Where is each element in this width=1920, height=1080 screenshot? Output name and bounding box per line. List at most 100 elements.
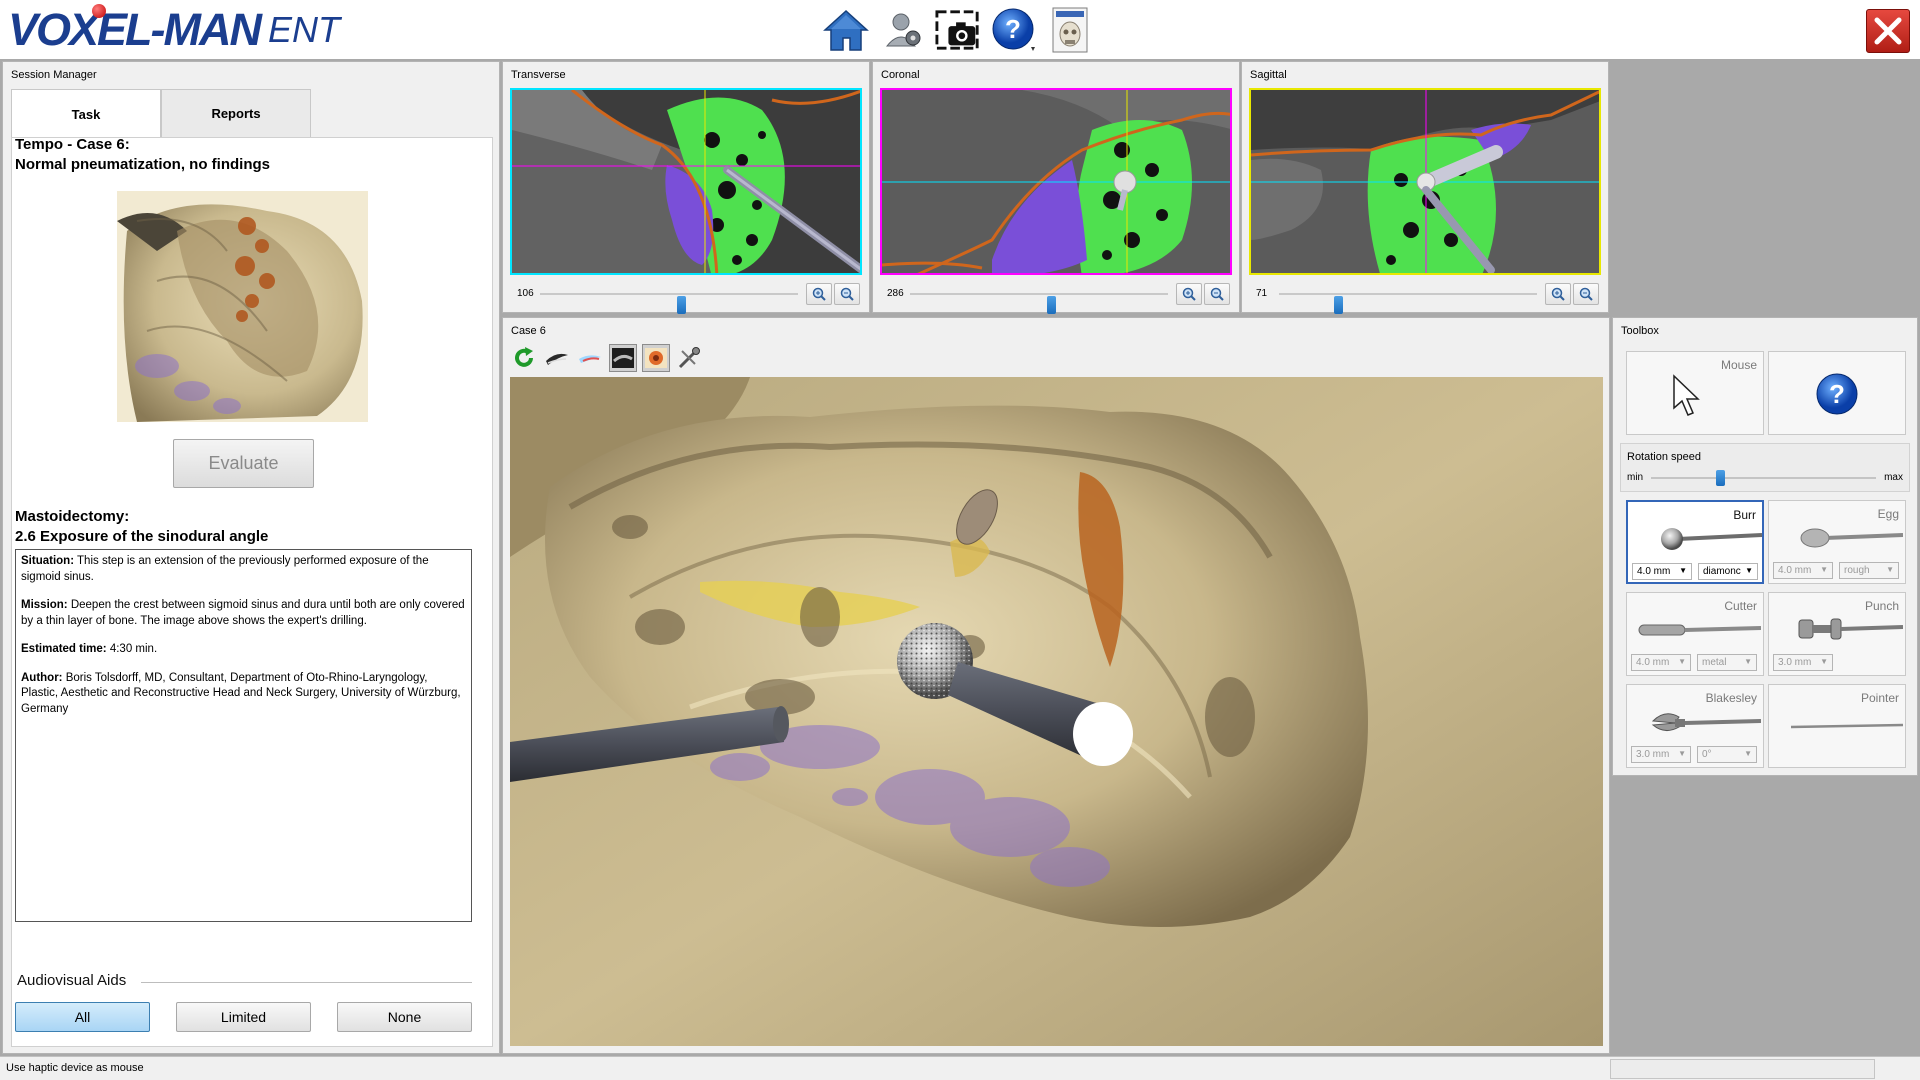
coronal-view-panel: Coronal 286 xyxy=(872,61,1240,314)
slice-number: 71 xyxy=(1256,288,1268,299)
step-title-line-2: 2.6 Exposure of the sinodural angle xyxy=(15,528,269,545)
egg-type-select[interactable]: rough ▼ xyxy=(1839,562,1899,579)
burr-tool[interactable]: Burr 4.0 mm ▼ diamonc ▼ xyxy=(1626,500,1764,584)
sagittal-slice-controls: 71 xyxy=(1249,282,1601,314)
blakesley-tool[interactable]: Blakesley 3.0 mm ▼ 0° ▼ xyxy=(1626,684,1764,768)
home-icon[interactable] xyxy=(823,7,869,53)
step-title: Mastoidectomy: 2.6 Exposure of the sinod… xyxy=(15,507,475,547)
bone-surface-icon[interactable] xyxy=(609,344,637,372)
slider-handle[interactable] xyxy=(1334,296,1343,314)
slice-slider[interactable] xyxy=(540,293,798,314)
tool-label: Pointer xyxy=(1860,691,1899,705)
select-value: 3.0 mm xyxy=(1778,657,1812,668)
time-paragraph: Estimated time: 4:30 min. xyxy=(21,642,466,658)
punch-tool[interactable]: Punch 3.0 mm ▼ xyxy=(1768,592,1906,676)
tool-help-button[interactable]: ? xyxy=(1768,351,1906,435)
sagittal-slice-image[interactable] xyxy=(1249,88,1601,275)
tool-trace-icon[interactable] xyxy=(576,344,604,372)
chevron-down-icon: ▼ xyxy=(1745,566,1753,575)
tab-task[interactable]: Task xyxy=(11,89,161,138)
mission-text: Deepen the crest between sigmoid sinus a… xyxy=(21,599,465,627)
session-tabs: Task Reports xyxy=(11,89,311,138)
select-value: rough xyxy=(1844,565,1870,576)
slice-slider[interactable] xyxy=(910,293,1168,314)
cutter-tool[interactable]: Cutter 4.0 mm ▼ metal ▼ xyxy=(1626,592,1764,676)
svg-text:?: ? xyxy=(1005,14,1021,44)
help-icon[interactable]: ? xyxy=(991,7,1037,53)
select-value: metal xyxy=(1702,657,1727,668)
logo-dot xyxy=(92,4,106,18)
av-none-button[interactable]: None xyxy=(337,1002,472,1032)
zoom-in-icon[interactable] xyxy=(1545,283,1571,305)
punch-size-select[interactable]: 3.0 mm ▼ xyxy=(1773,654,1833,671)
av-limited-button[interactable]: Limited xyxy=(176,1002,311,1032)
slice-slider[interactable] xyxy=(1279,293,1537,314)
audiovisual-aids-label: Audiovisual Aids xyxy=(17,972,127,989)
author-text: Boris Tolsdorff, MD, Consultant, Departm… xyxy=(21,671,461,715)
zoom-out-icon[interactable] xyxy=(1573,283,1599,305)
toolbox-panel: Toolbox Mouse ? Rotation speed min max B… xyxy=(1612,317,1918,776)
select-value: 4.0 mm xyxy=(1778,565,1812,576)
burr-icon xyxy=(1661,528,1762,550)
bone-3d-render[interactable] xyxy=(510,377,1603,1046)
blakesley-angle-select[interactable]: 0° ▼ xyxy=(1697,746,1757,763)
audiovisual-buttons: All Limited None xyxy=(15,1002,472,1032)
user-settings-icon[interactable] xyxy=(879,7,925,53)
chevron-down-icon: ▼ xyxy=(1886,565,1894,574)
tool-label: Cutter xyxy=(1724,599,1757,613)
cutter-type-select[interactable]: metal ▼ xyxy=(1697,654,1757,671)
case-3d-view-panel: Case 6 xyxy=(502,317,1610,1054)
rotation-min-label: min xyxy=(1627,472,1644,483)
select-value: 3.0 mm xyxy=(1636,749,1670,760)
anatomy-book-icon[interactable] xyxy=(1047,7,1093,53)
slider-handle[interactable] xyxy=(1716,470,1725,486)
divider xyxy=(141,982,472,983)
zoom-in-icon[interactable] xyxy=(1176,283,1202,305)
rotation-speed-slider[interactable] xyxy=(1651,470,1876,486)
case-title: Tempo - Case 6: Normal pneumatization, n… xyxy=(15,135,475,175)
expert-view-icon[interactable] xyxy=(642,344,670,372)
punch-icon xyxy=(1798,618,1903,640)
mouse-tool[interactable]: Mouse xyxy=(1626,351,1764,435)
panel-title: Case 6 xyxy=(511,325,546,337)
select-value: diamonc xyxy=(1703,566,1741,577)
pointer-tool[interactable]: Pointer xyxy=(1768,684,1906,768)
evaluate-button[interactable]: Evaluate xyxy=(173,439,314,488)
slider-handle[interactable] xyxy=(677,296,686,314)
situation-label: Situation: xyxy=(21,555,75,567)
tool-label: Punch xyxy=(1864,599,1899,613)
tab-reports[interactable]: Reports xyxy=(161,89,311,137)
pointer-probe-icon xyxy=(1790,723,1903,729)
tool-settings-icon[interactable] xyxy=(675,344,703,372)
app-logo: VOXEL-MAN ENT xyxy=(8,4,340,54)
help-icon: ? xyxy=(1816,373,1858,415)
main-toolbar: ? xyxy=(823,6,1093,54)
case-title-line-2: Normal pneumatization, no findings xyxy=(15,156,270,173)
time-label: Estimated time: xyxy=(21,643,107,655)
coronal-slice-controls: 286 xyxy=(880,282,1232,314)
screenshot-camera-icon[interactable] xyxy=(935,7,981,53)
burr-size-select[interactable]: 4.0 mm ▼ xyxy=(1632,563,1692,580)
coronal-slice-image[interactable] xyxy=(880,88,1232,275)
av-all-button[interactable]: All xyxy=(15,1002,150,1032)
blakesley-size-select[interactable]: 3.0 mm ▼ xyxy=(1631,746,1691,763)
reset-rotation-icon[interactable] xyxy=(510,344,538,372)
close-icon[interactable] xyxy=(1866,9,1910,53)
egg-tool[interactable]: Egg 4.0 mm ▼ rough ▼ xyxy=(1768,500,1906,584)
cutter-size-select[interactable]: 4.0 mm ▼ xyxy=(1631,654,1691,671)
time-text: 4:30 min. xyxy=(106,643,158,655)
drill-path-icon[interactable] xyxy=(543,344,571,372)
egg-size-select[interactable]: 4.0 mm ▼ xyxy=(1773,562,1833,579)
zoom-out-icon[interactable] xyxy=(1204,283,1230,305)
transverse-slice-controls: 106 xyxy=(510,282,862,314)
status-text: Use haptic device as mouse xyxy=(6,1062,144,1074)
panel-title: Transverse xyxy=(511,69,566,81)
transverse-slice-image[interactable] xyxy=(510,88,862,275)
burr-type-select[interactable]: diamonc ▼ xyxy=(1698,563,1758,580)
slider-handle[interactable] xyxy=(1047,296,1056,314)
select-value: 4.0 mm xyxy=(1637,566,1671,577)
task-description: Situation: This step is an extension of … xyxy=(15,549,472,922)
rotation-max-label: max xyxy=(1884,472,1903,483)
zoom-out-icon[interactable] xyxy=(834,283,860,305)
zoom-in-icon[interactable] xyxy=(806,283,832,305)
